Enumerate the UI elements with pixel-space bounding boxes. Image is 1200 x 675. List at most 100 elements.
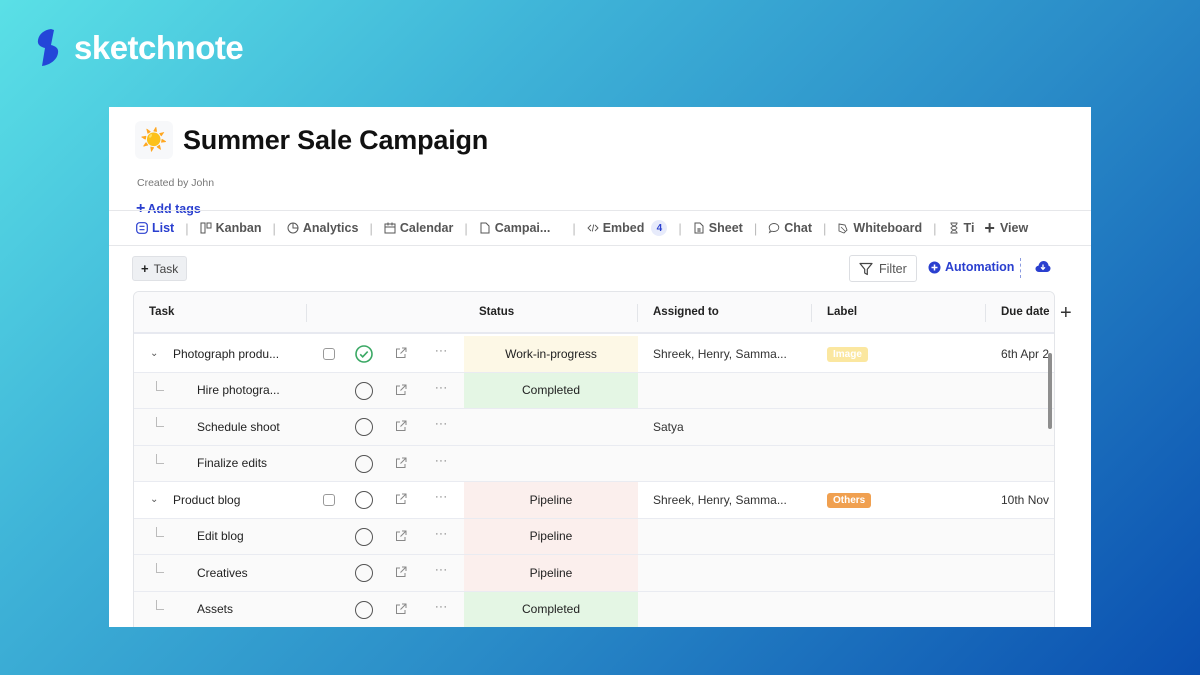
brand-name: sketchnote — [74, 29, 244, 66]
complete-toggle-icon[interactable] — [355, 454, 373, 473]
more-options-icon[interactable]: ··· — [435, 491, 448, 503]
status-cell[interactable] — [464, 409, 638, 445]
filter-button[interactable]: Filter — [849, 255, 917, 282]
subtask-name[interactable]: Finalize edits — [197, 446, 267, 482]
tab-divider: | — [369, 220, 373, 236]
add-task-button[interactable]: + Task — [132, 256, 188, 281]
task-row[interactable]: ⌄ Photograph produ... ··· Work-in-progress S… — [134, 336, 1054, 373]
document-icon — [479, 222, 491, 234]
assignee-cell[interactable]: Shreek, Henry, Samma... — [653, 336, 787, 372]
column-resizer[interactable] — [637, 304, 638, 322]
subtask-row[interactable]: Schedule shoot ··· Satya — [134, 409, 1054, 446]
subtask-name[interactable]: Assets — [197, 592, 233, 628]
tab-analytics[interactable]: Analytics — [287, 221, 358, 235]
tab-chat[interactable]: Chat — [768, 221, 812, 235]
page-emoji-icon[interactable]: ☀️ — [135, 121, 173, 159]
status-cell[interactable]: Pipeline — [464, 555, 638, 591]
status-cell[interactable] — [464, 446, 638, 482]
status-cell[interactable]: Pipeline — [464, 518, 638, 554]
column-resizer[interactable] — [811, 304, 812, 322]
open-external-icon[interactable] — [395, 603, 407, 615]
tab-embed[interactable]: Embed 4 — [587, 220, 668, 236]
open-external-icon[interactable] — [395, 530, 407, 542]
expand-chevron-icon[interactable]: ⌄ — [150, 336, 158, 372]
created-by: Created by John — [137, 177, 215, 189]
add-column-button[interactable]: + — [1060, 303, 1072, 323]
kanban-icon — [200, 222, 212, 234]
toolbar-divider — [1020, 258, 1021, 278]
column-header-label[interactable]: Label — [827, 306, 857, 318]
complete-toggle-icon[interactable] — [355, 564, 373, 582]
column-header-assigned[interactable]: Assigned to — [653, 306, 719, 318]
column-header-task[interactable]: Task — [149, 306, 174, 318]
subtask-name[interactable]: Schedule shoot — [197, 409, 280, 445]
open-external-icon[interactable] — [395, 493, 407, 505]
tab-list[interactable]: List — [136, 221, 174, 235]
subtask-connector-icon — [156, 380, 164, 391]
complete-toggle-icon[interactable] — [355, 527, 373, 546]
open-external-icon[interactable] — [395, 457, 407, 469]
code-icon — [587, 222, 599, 234]
complete-toggle-icon[interactable] — [355, 418, 373, 436]
tab-label: Whiteboard — [853, 221, 923, 235]
subtask-name[interactable]: Creatives — [197, 555, 248, 591]
tab-campaign-doc[interactable]: Campai... — [479, 221, 550, 235]
complete-toggle-icon[interactable] — [355, 491, 373, 509]
status-cell[interactable]: Completed — [464, 372, 638, 408]
label-chip[interactable]: Others — [827, 493, 872, 508]
more-options-icon[interactable]: ··· — [435, 455, 448, 467]
more-options-icon[interactable]: ··· — [435, 418, 448, 430]
column-resizer[interactable] — [985, 304, 986, 322]
complete-toggle-icon[interactable] — [355, 600, 373, 619]
assignee-cell[interactable]: Satya — [653, 409, 684, 445]
open-external-icon[interactable] — [395, 420, 407, 432]
open-external-icon[interactable] — [395, 566, 407, 578]
open-external-icon[interactable] — [395, 384, 407, 396]
due-date-cell[interactable]: 6th Apr 2 — [1001, 336, 1049, 372]
plus-icon: + — [984, 218, 995, 238]
subtask-row[interactable]: Assets ··· Completed — [134, 591, 1054, 628]
more-options-icon[interactable]: ··· — [435, 601, 448, 613]
subtask-name[interactable]: Hire photogra... — [197, 373, 280, 409]
label-chip[interactable]: Image — [827, 347, 868, 362]
open-external-icon[interactable] — [395, 347, 407, 359]
tab-timeline[interactable]: Ti — [948, 221, 974, 235]
subtask-row[interactable]: Creatives ··· Pipeline — [134, 555, 1054, 592]
more-options-icon[interactable]: ··· — [435, 528, 448, 540]
assignee-cell[interactable]: Shreek, Henry, Samma... — [653, 482, 787, 518]
more-options-icon[interactable]: ··· — [435, 564, 448, 576]
complete-check-icon[interactable] — [355, 345, 373, 363]
task-name[interactable]: Photograph produ... — [173, 336, 279, 372]
tab-calendar[interactable]: Calendar — [384, 221, 454, 235]
subtask-row[interactable]: Finalize edits ··· — [134, 445, 1054, 482]
subtask-name[interactable]: Edit blog — [197, 519, 244, 555]
tab-kanban[interactable]: Kanban — [200, 221, 261, 235]
status-cell[interactable]: Work-in-progress — [464, 336, 638, 372]
automation-button[interactable]: Automation — [928, 260, 1014, 274]
column-resizer[interactable] — [306, 304, 307, 322]
tab-sheet[interactable]: Sheet — [693, 221, 743, 235]
filter-icon — [859, 262, 873, 275]
column-header-status[interactable]: Status — [479, 306, 514, 318]
complete-toggle-icon[interactable] — [355, 381, 373, 400]
column-header-due-date[interactable]: Due date — [1001, 306, 1050, 318]
due-date-cell[interactable]: 10th Nov — [1001, 482, 1049, 518]
task-name[interactable]: Product blog — [173, 482, 240, 518]
status-cell[interactable]: Pipeline — [464, 482, 638, 518]
expand-chevron-icon[interactable]: ⌄ — [150, 482, 158, 518]
row-select-checkbox[interactable] — [323, 348, 335, 360]
automation-label: Automation — [945, 260, 1015, 274]
subtask-row[interactable]: Edit blog ··· Pipeline — [134, 518, 1054, 555]
cloud-download-button[interactable] — [1035, 260, 1051, 278]
row-select-checkbox[interactable] — [323, 494, 335, 506]
tab-whiteboard[interactable]: Whiteboard — [837, 221, 922, 235]
status-cell[interactable]: Completed — [464, 591, 638, 627]
task-row[interactable]: ⌄ Product blog ··· Pipeline Shreek, Henry, S… — [134, 482, 1054, 519]
more-options-icon[interactable]: ··· — [435, 345, 448, 357]
table-scrollbar[interactable] — [1048, 353, 1052, 429]
subtask-row[interactable]: Hire photogra... ··· Completed — [134, 372, 1054, 409]
tab-label: Calendar — [399, 221, 454, 235]
add-view-button[interactable]: + View — [984, 219, 1028, 237]
more-options-icon[interactable]: ··· — [435, 382, 448, 394]
page-title[interactable]: Summer Sale Campaign — [183, 125, 488, 156]
